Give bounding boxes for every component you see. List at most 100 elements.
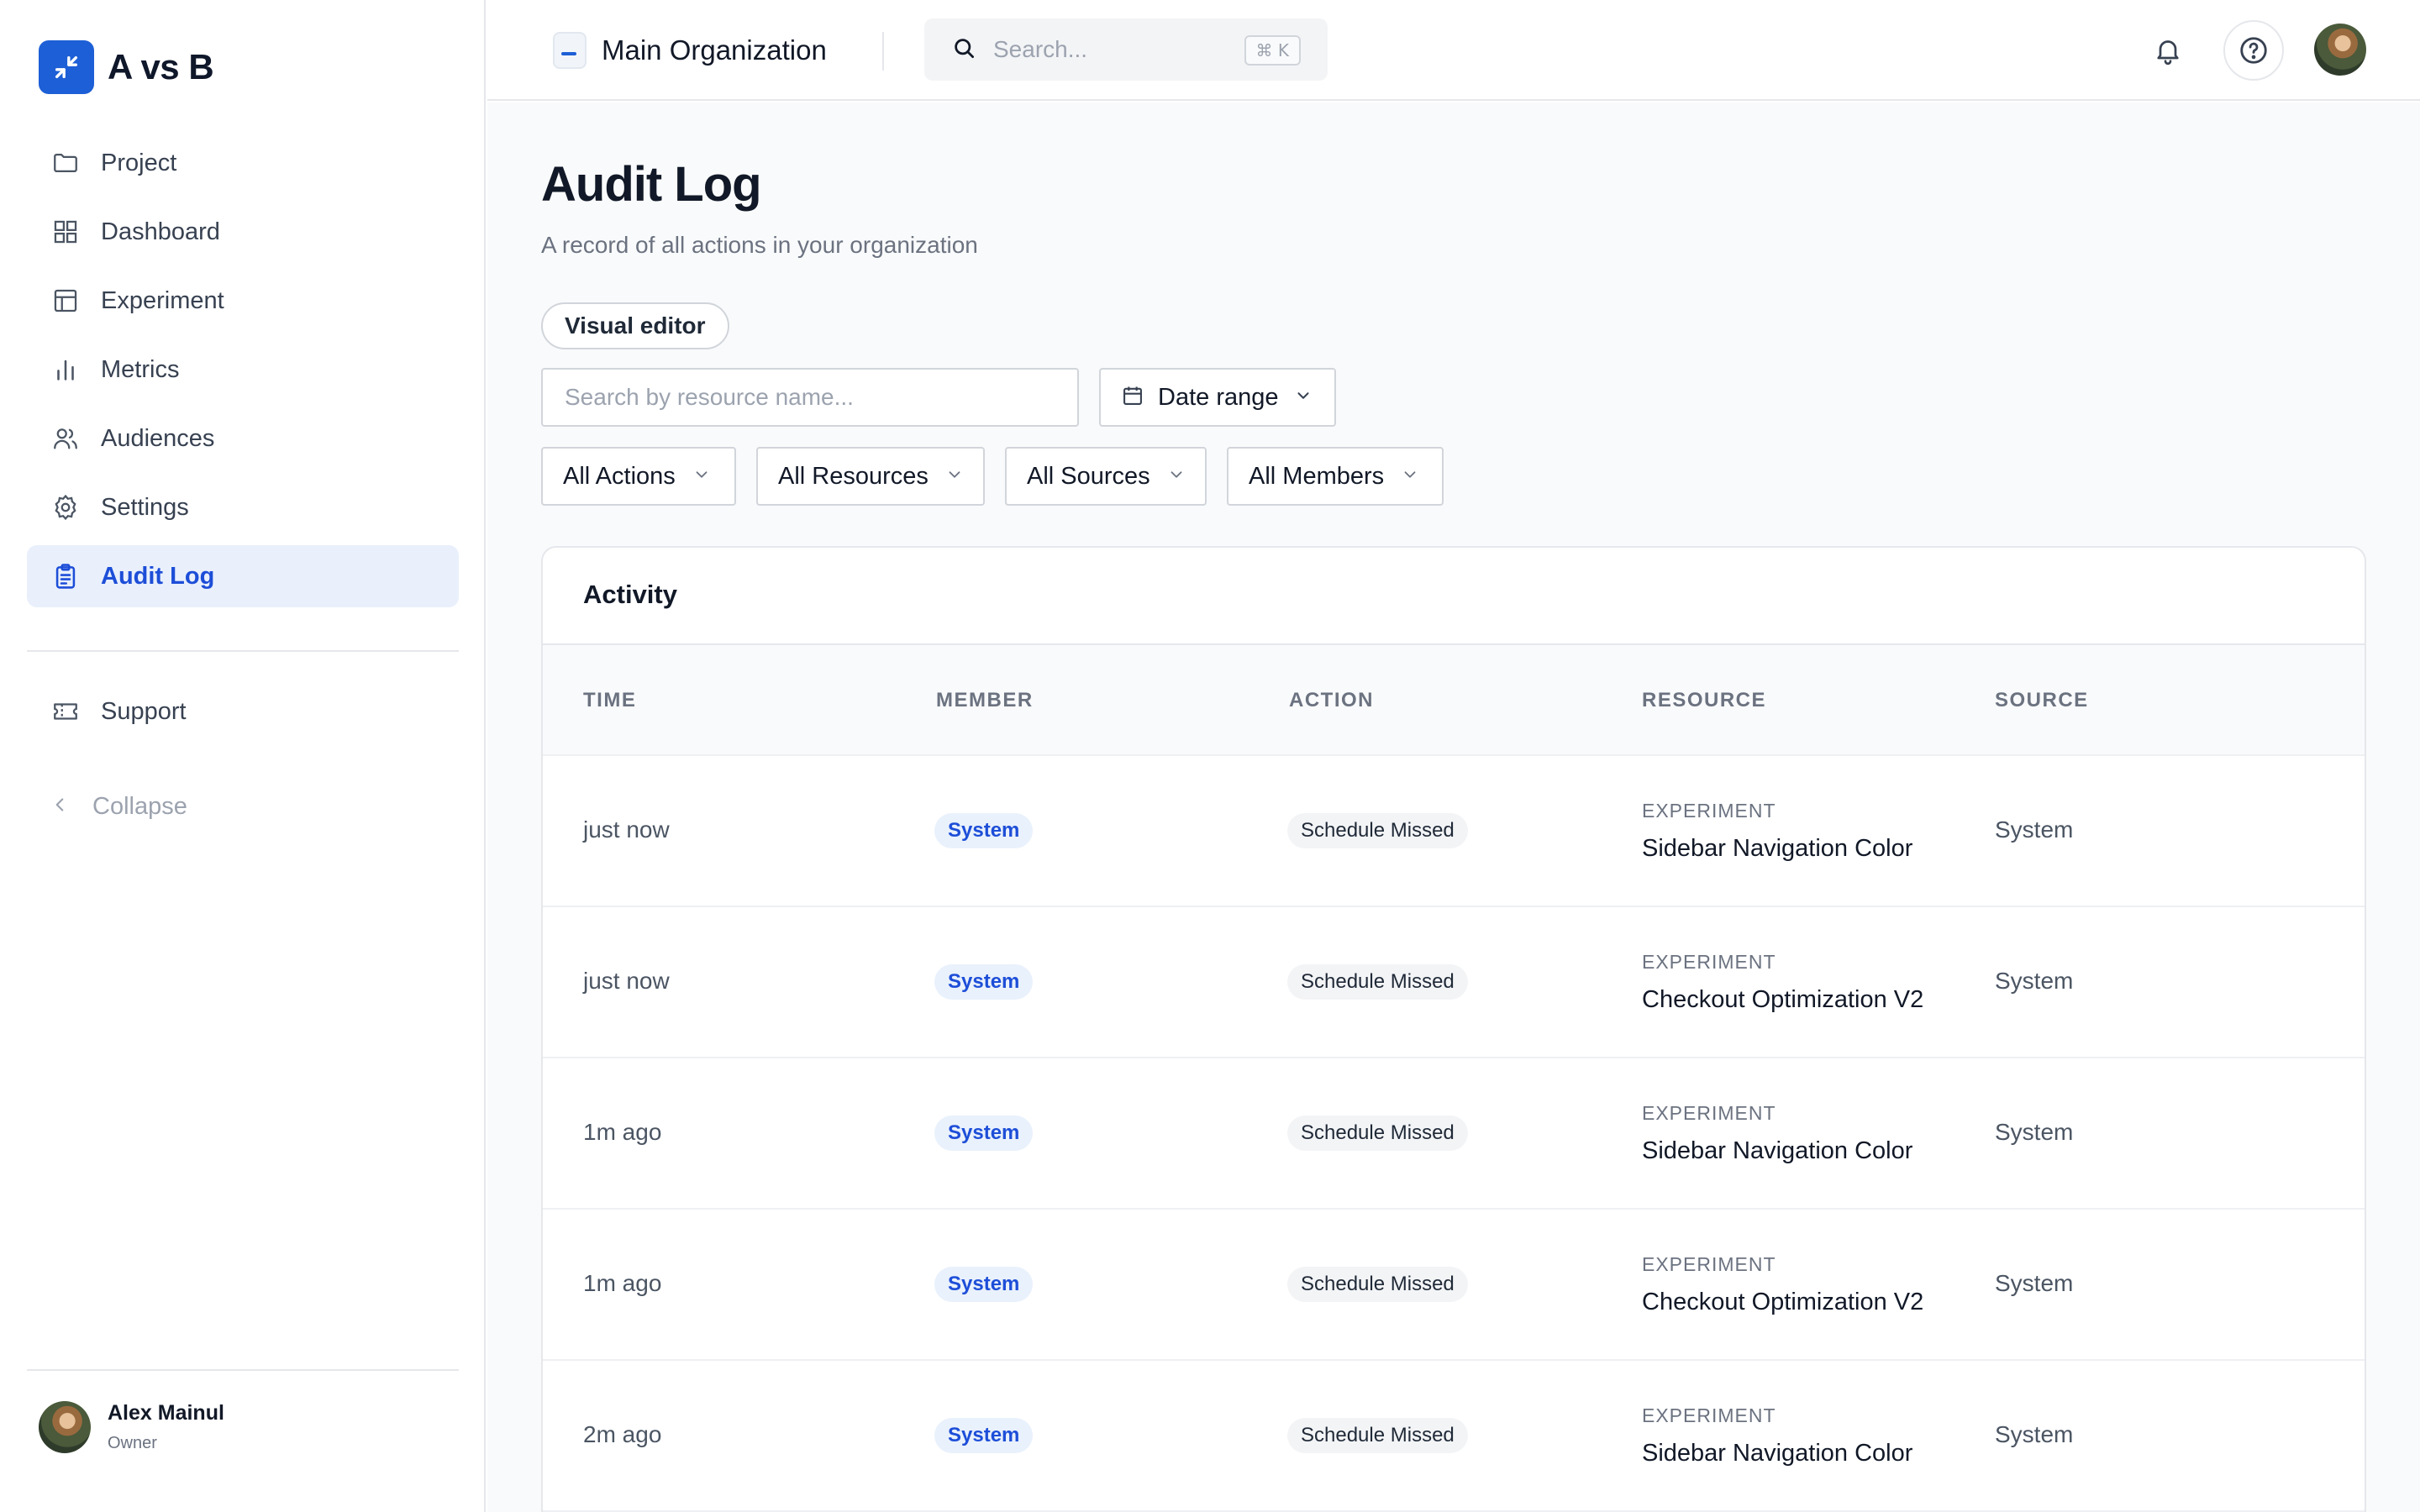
table-row[interactable]: 2m ago System Schedule Missed EXPERIMENT… <box>543 1361 2365 1512</box>
resource-type: EXPERIMENT <box>1642 1253 1776 1275</box>
resource-type: EXPERIMENT <box>1642 951 1776 973</box>
brand[interactable]: A vs B <box>39 40 214 94</box>
cell-source: System <box>1995 1421 2074 1447</box>
member-badge: System <box>934 1116 1034 1151</box>
sidebar-nav: Project Dashboard Experiment Metrics Aud… <box>27 132 459 614</box>
member-badge: System <box>934 813 1034 848</box>
chevron-down-icon <box>1401 465 1419 488</box>
org-icon <box>553 32 587 69</box>
sidebar-item-dashboard[interactable]: Dashboard <box>27 201 459 263</box>
cell-source: System <box>1995 1270 2074 1296</box>
cell-time: 2m ago <box>583 1421 662 1447</box>
sidebar-item-project[interactable]: Project <box>27 132 459 194</box>
topbar: Main Organization Search... ⌘ K <box>487 0 2420 101</box>
cell-time: just now <box>583 816 670 843</box>
sources-filter-value: All Sources <box>1027 462 1150 490</box>
member-badge: System <box>934 964 1034 1000</box>
sidebar: A vs B Project Dashboard Experiment Metr… <box>0 0 486 1512</box>
main-content: Audit Log A record of all actions in you… <box>487 102 2420 1512</box>
sidebar-item-label: Dashboard <box>101 218 220 245</box>
sidebar-item-support[interactable]: Support <box>27 680 459 743</box>
table-row[interactable]: 1m ago System Schedule Missed EXPERIMENT… <box>543 1058 2365 1210</box>
sidebar-item-audit-log[interactable]: Audit Log <box>27 545 459 607</box>
resources-filter-value: All Resources <box>778 462 929 490</box>
chevron-down-icon <box>1167 465 1186 488</box>
resource-name[interactable]: Checkout Optimization V2 <box>1642 1289 1923 1316</box>
resource-type: EXPERIMENT <box>1642 1404 1776 1426</box>
chevron-down-icon <box>1294 386 1313 409</box>
action-badge: Schedule Missed <box>1287 1267 1468 1302</box>
sidebar-item-metrics[interactable]: Metrics <box>27 339 459 401</box>
activity-title: Activity <box>583 580 677 609</box>
visual-editor-button[interactable]: Visual editor <box>541 302 729 349</box>
sidebar-item-label: Metrics <box>101 355 180 383</box>
member-badge: System <box>934 1418 1034 1453</box>
chevron-down-icon <box>945 465 964 488</box>
date-range-picker[interactable]: Date range <box>1099 368 1336 427</box>
search-shortcut: ⌘ K <box>1244 35 1301 66</box>
sidebar-item-experiment[interactable]: Experiment <box>27 270 459 332</box>
sources-filter-select[interactable]: All Sources <box>1005 447 1207 506</box>
action-badge: Schedule Missed <box>1287 964 1468 1000</box>
column-header-source[interactable]: SOURCE <box>1995 689 2089 712</box>
resource-name[interactable]: Sidebar Navigation Color <box>1642 835 1912 863</box>
sidebar-item-label: Settings <box>101 493 189 521</box>
sidebar-item-label: Audit Log <box>101 562 215 590</box>
sidebar-item-audiences[interactable]: Audiences <box>27 407 459 470</box>
search-placeholder: Search... <box>993 36 1088 62</box>
sidebar-item-settings[interactable]: Settings <box>27 476 459 538</box>
table-icon <box>49 284 82 318</box>
members-filter-value: All Members <box>1249 462 1385 490</box>
cell-source: System <box>1995 968 2074 994</box>
resource-search-input[interactable]: Search by resource name... <box>541 368 1079 427</box>
column-header-member[interactable]: MEMBER <box>936 689 1034 712</box>
folder-icon <box>49 146 82 180</box>
clipboard-icon <box>49 559 82 593</box>
notifications-bell-icon[interactable] <box>2149 32 2186 69</box>
collapse-button[interactable]: Collapse <box>49 793 187 821</box>
users-icon <box>49 422 82 455</box>
avatar <box>39 1401 91 1453</box>
user-name: Alex Mainul <box>108 1401 224 1425</box>
resources-filter-select[interactable]: All Resources <box>756 447 985 506</box>
table-row[interactable]: just now System Schedule Missed EXPERIME… <box>543 907 2365 1058</box>
action-badge: Schedule Missed <box>1287 813 1468 848</box>
user-profile[interactable]: Alex Mainul Owner <box>39 1401 224 1453</box>
global-search-input[interactable]: Search... ⌘ K <box>924 18 1328 81</box>
table-row[interactable]: just now System Schedule Missed EXPERIME… <box>543 756 2365 907</box>
members-filter-select[interactable]: All Members <box>1227 447 1444 506</box>
cell-time: 1m ago <box>583 1119 662 1145</box>
resource-name[interactable]: Sidebar Navigation Color <box>1642 1440 1912 1467</box>
column-header-resource[interactable]: RESOURCE <box>1642 689 1766 712</box>
table-row[interactable]: 1m ago System Schedule Missed EXPERIMENT… <box>543 1210 2365 1361</box>
logo-icon <box>39 40 94 94</box>
page-title: Audit Log <box>541 157 762 212</box>
action-badge: Schedule Missed <box>1287 1116 1468 1151</box>
column-header-time[interactable]: TIME <box>583 689 636 712</box>
help-icon[interactable] <box>2223 20 2284 81</box>
resource-name[interactable]: Sidebar Navigation Color <box>1642 1137 1912 1165</box>
resource-type: EXPERIMENT <box>1642 800 1776 822</box>
action-badge: Schedule Missed <box>1287 1418 1468 1453</box>
brand-name: A vs B <box>108 47 214 87</box>
date-range-label: Date range <box>1158 383 1279 411</box>
page-subtitle: A record of all actions in your organiza… <box>541 232 978 258</box>
org-name: Main Organization <box>602 34 827 66</box>
chevron-down-icon <box>692 465 711 488</box>
search-icon <box>951 35 976 65</box>
cell-time: 1m ago <box>583 1270 662 1296</box>
resource-type: EXPERIMENT <box>1642 1102 1776 1124</box>
member-badge: System <box>934 1267 1034 1302</box>
ticket-icon <box>49 695 82 728</box>
actions-filter-value: All Actions <box>563 462 676 490</box>
topbar-divider <box>882 32 884 71</box>
org-switcher[interactable]: Main Organization <box>553 32 827 69</box>
column-header-action[interactable]: ACTION <box>1289 689 1374 712</box>
cell-time: just now <box>583 968 670 994</box>
resource-name[interactable]: Checkout Optimization V2 <box>1642 986 1923 1014</box>
chevron-left-icon <box>49 794 71 820</box>
actions-filter-select[interactable]: All Actions <box>541 447 736 506</box>
sidebar-item-label: Experiment <box>101 286 224 314</box>
avatar[interactable] <box>2314 24 2366 76</box>
sidebar-item-label: Project <box>101 149 177 176</box>
